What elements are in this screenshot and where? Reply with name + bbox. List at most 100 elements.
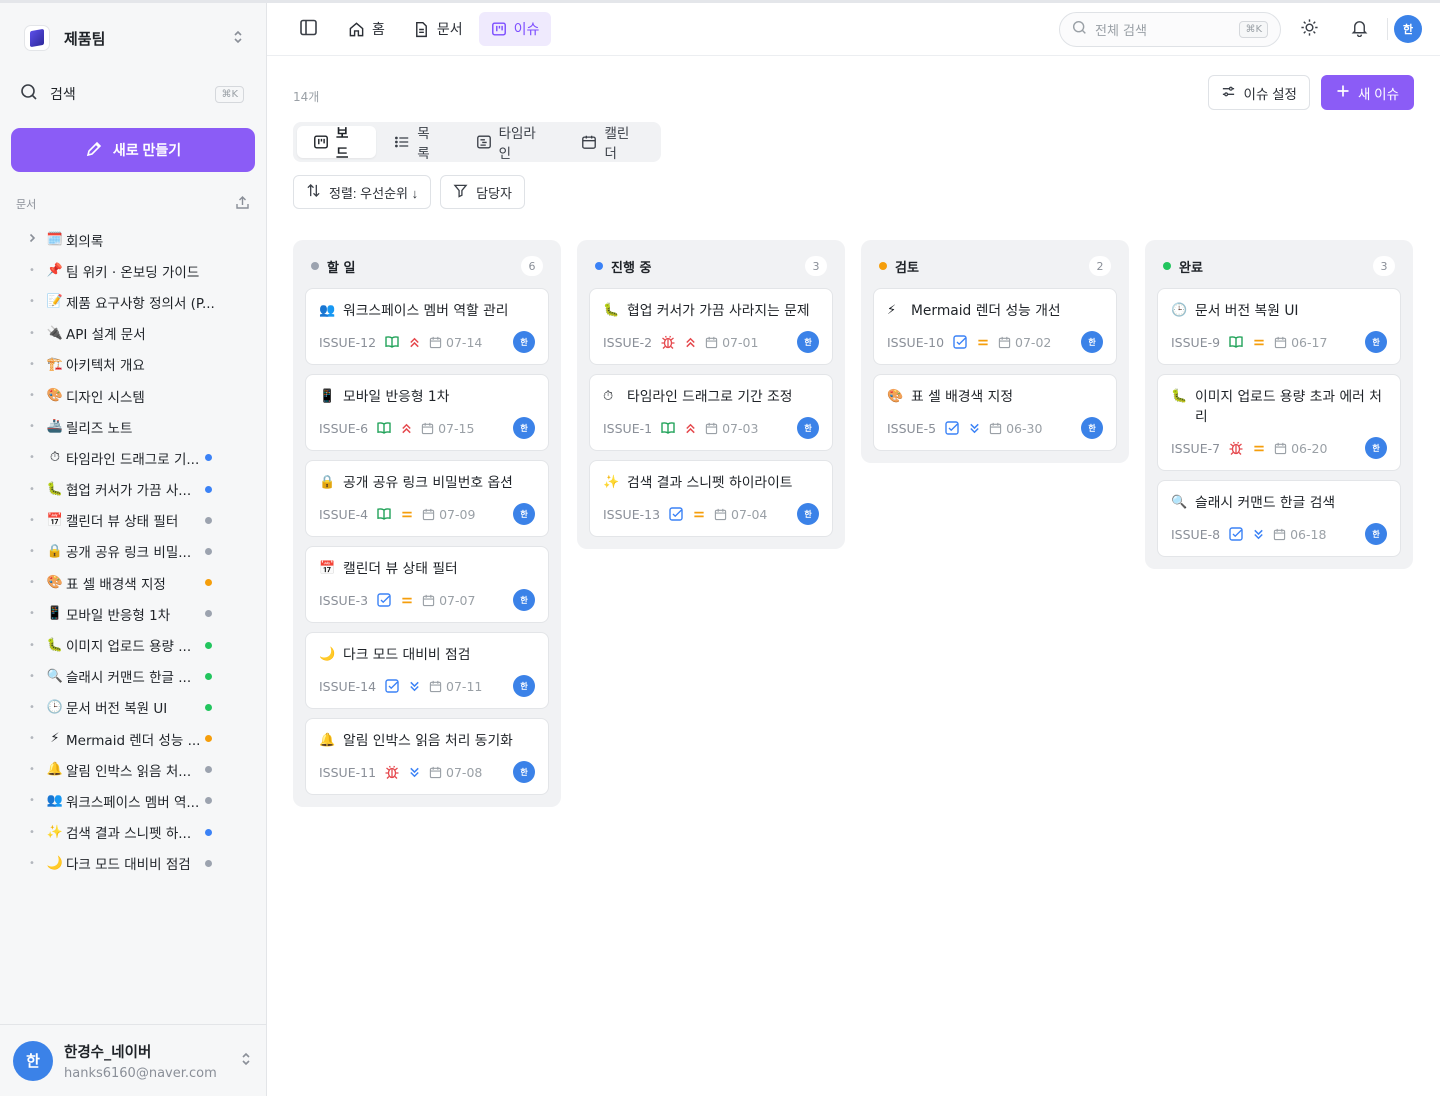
doc-title: 문서 버전 복원 UI — [66, 701, 168, 718]
issue-card[interactable]: ⚡ Mermaid 렌더 성능 개선 ISSUE-10 07-02 한 — [873, 288, 1117, 365]
story-type-icon — [1228, 334, 1244, 350]
sidebar-doc-item[interactable]: • 🚢 릴리즈 노트 — [0, 411, 266, 442]
sidebar-doc-item[interactable]: • ✨ 검색 결과 스니펫 하... — [0, 817, 266, 848]
issue-card[interactable]: 🌙 다크 모드 대비비 점검 ISSUE-14 07-11 한 — [305, 632, 549, 709]
sidebar-doc-item[interactable]: • 🕒 문서 버전 복원 UI — [0, 692, 266, 723]
story-type-icon — [376, 506, 392, 522]
assignee-avatar[interactable]: 한 — [513, 675, 535, 697]
issue-id: ISSUE-13 — [603, 506, 661, 522]
assignee-avatar[interactable]: 한 — [1081, 417, 1103, 439]
tab-board[interactable]: 이슈 — [478, 12, 552, 46]
priority-medium-icon — [692, 508, 706, 521]
issue-card[interactable]: ⏱ 타임라인 드래그로 기간 조정 ISSUE-1 07-03 한 — [589, 374, 833, 451]
sidebar-doc-item[interactable]: • 🎨 디자인 시스템 — [0, 380, 266, 411]
sidebar-search[interactable]: 검색 ⌘K — [0, 73, 266, 115]
issue-id: ISSUE-1 — [603, 420, 653, 436]
sidebar-doc-item[interactable]: • 🔒 공개 공유 링크 비밀... — [0, 536, 266, 567]
sidebar-doc-item[interactable]: • 📅 캘린더 뷰 상태 필터 — [0, 505, 266, 536]
issue-card[interactable]: 🔒 공개 공유 링크 비밀번호 옵션 ISSUE-4 07-09 한 — [305, 460, 549, 537]
assignee-avatar[interactable]: 한 — [1081, 331, 1103, 353]
sidebar-doc-item[interactable]: • 👥 워크스페이스 멤버 역... — [0, 785, 266, 816]
assignee-avatar[interactable]: 한 — [1365, 331, 1387, 353]
notifications-button[interactable] — [1337, 18, 1381, 41]
priority-low-icon — [408, 680, 421, 693]
tab-home[interactable]: 홈 — [336, 12, 397, 46]
bullet-icon: • — [29, 390, 35, 402]
doc-title: 모바일 반응형 1차 — [66, 607, 171, 624]
theme-toggle-button[interactable] — [1287, 18, 1331, 41]
issue-id: ISSUE-8 — [1171, 526, 1221, 542]
bullet-icon: • — [29, 421, 35, 433]
sort-button[interactable]: 정렬: 우선순위 ↓ — [293, 175, 432, 209]
sidebar-doc-item[interactable]: • 🌙 다크 모드 대비비 점검 — [0, 848, 266, 879]
doc-title: 팀 위키 · 온보딩 가이드 — [66, 264, 200, 281]
assignee-avatar[interactable]: 한 — [1365, 523, 1387, 545]
issue-emoji-icon: 🕒 — [1171, 303, 1188, 318]
sidebar-doc-item[interactable]: • 🏗️ 아키텍처 개요 — [0, 349, 266, 380]
sidebar-doc-item[interactable]: • ⚡ Mermaid 렌더 성능 ... — [0, 723, 266, 754]
status-dot — [311, 262, 319, 270]
sidebar-doc-item[interactable]: • 📌 팀 위키 · 온보딩 가이드 — [0, 255, 266, 286]
global-search-input[interactable]: 전체 검색 ⌘K — [1059, 11, 1281, 47]
new-document-button[interactable]: 새로 만들기 — [11, 128, 255, 172]
issue-card[interactable]: 📅 캘린더 뷰 상태 필터 ISSUE-3 07-07 한 — [305, 546, 549, 623]
issue-card[interactable]: 👥 워크스페이스 멤버 역할 관리 ISSUE-12 07-14 한 — [305, 288, 549, 365]
issue-card[interactable]: ✨ 검색 결과 스니펫 하이라이트 ISSUE-13 07-04 한 — [589, 460, 833, 537]
due-date-text: 07-03 — [722, 420, 759, 436]
sidebar-doc-item[interactable]: • 🔍 슬래시 커맨드 한글 ... — [0, 661, 266, 692]
issue-card[interactable]: 🐛 이미지 업로드 용량 초과 에러 처리 ISSUE-7 06-20 한 — [1157, 374, 1401, 471]
chevron-right-icon[interactable] — [26, 233, 38, 246]
assignee-avatar[interactable]: 한 — [513, 761, 535, 783]
sidebar-doc-item[interactable]: • ⏱ 타임라인 드래그로 기... — [0, 442, 266, 473]
issue-card[interactable]: 🐛 협업 커서가 가끔 사라지는 문제 ISSUE-2 07-01 한 — [589, 288, 833, 365]
sidebar-doc-item[interactable]: • 🔔 알림 인박스 읽음 처... — [0, 754, 266, 785]
due-date-text: 07-01 — [722, 334, 759, 350]
sidebar-doc-item[interactable]: • 🐛 이미지 업로드 용량 ... — [0, 629, 266, 660]
bullet-icon: • — [29, 733, 35, 745]
assignee-avatar[interactable]: 한 — [513, 503, 535, 525]
view-tab-timeline[interactable]: 타임라인 — [460, 126, 564, 162]
assignee-avatar[interactable]: 한 — [797, 417, 819, 439]
assignee-avatar[interactable]: 한 — [513, 589, 535, 611]
tab-document[interactable]: 문서 — [401, 12, 475, 46]
status-dot — [205, 454, 212, 462]
calendar-icon — [1274, 336, 1287, 349]
toggle-sidebar-button[interactable] — [289, 12, 328, 46]
view-tab-list[interactable]: 목록 — [378, 126, 457, 162]
issue-card[interactable]: 📱 모바일 반응형 1차 ISSUE-6 07-15 한 — [305, 374, 549, 451]
issue-card[interactable]: 🔔 알림 인박스 읽음 처리 동기화 ISSUE-11 07-08 한 — [305, 718, 549, 795]
issue-emoji-icon: 📅 — [319, 561, 336, 576]
issue-title: 워크스페이스 멤버 역할 관리 — [343, 303, 509, 319]
avatar[interactable]: 한 — [1394, 15, 1422, 43]
assignee-avatar[interactable]: 한 — [513, 417, 535, 439]
sidebar-doc-item[interactable]: • 📱 모바일 반응형 1차 — [0, 598, 266, 629]
upload-icon[interactable] — [235, 195, 250, 213]
assignee-avatar[interactable]: 한 — [797, 503, 819, 525]
workspace-switcher[interactable]: 제품팀 — [0, 3, 266, 73]
assignee-avatar[interactable]: 한 — [797, 331, 819, 353]
doc-emoji-icon: 🎨 — [46, 575, 64, 591]
assignee-avatar[interactable]: 한 — [513, 331, 535, 353]
sidebar-doc-item[interactable]: • 🔌 API 설계 문서 — [0, 318, 266, 349]
workspace-name: 제품팀 — [64, 29, 106, 48]
view-tab-calendar[interactable]: 캘린더 — [565, 126, 657, 162]
assignee-avatar[interactable]: 한 — [1365, 437, 1387, 459]
doc-emoji-icon: 📝 — [46, 294, 64, 310]
issue-settings-button[interactable]: 이슈 설정 — [1207, 75, 1310, 110]
doc-title: 릴리즈 노트 — [66, 420, 133, 437]
sidebar-doc-item[interactable]: • 🐛 협업 커서가 가끔 사... — [0, 474, 266, 505]
issue-id: ISSUE-5 — [887, 420, 937, 436]
sidebar-doc-item[interactable]: • 🎨 표 셀 배경색 지정 — [0, 567, 266, 598]
new-issue-button[interactable]: 새 이슈 — [1320, 75, 1414, 110]
view-tab-board[interactable]: 보드 — [297, 126, 377, 162]
issue-card[interactable]: 🔍 슬래시 커맨드 한글 검색 ISSUE-8 06-18 한 — [1157, 480, 1401, 557]
status-dot — [205, 641, 212, 649]
sidebar: 제품팀 검색 ⌘K 새로 만들기 문서 🗓️ 회의록 • 📌 팀 위키 · 온보딩 가 — [0, 3, 267, 1096]
user-menu[interactable]: 한 한경수_네이버 hanks6160@naver.com — [0, 1024, 266, 1096]
sidebar-doc-item[interactable]: • 📝 제품 요구사항 정의서 (P... — [0, 286, 266, 317]
sidebar-doc-item[interactable]: 🗓️ 회의록 — [0, 224, 266, 255]
issue-card[interactable]: 🎨 표 셀 배경색 지정 ISSUE-5 06-30 한 — [873, 374, 1117, 451]
assignee-filter-button[interactable]: 담당자 — [440, 175, 525, 209]
issue-card[interactable]: 🕒 문서 버전 복원 UI ISSUE-9 06-17 한 — [1157, 288, 1401, 365]
status-dot — [205, 485, 212, 493]
